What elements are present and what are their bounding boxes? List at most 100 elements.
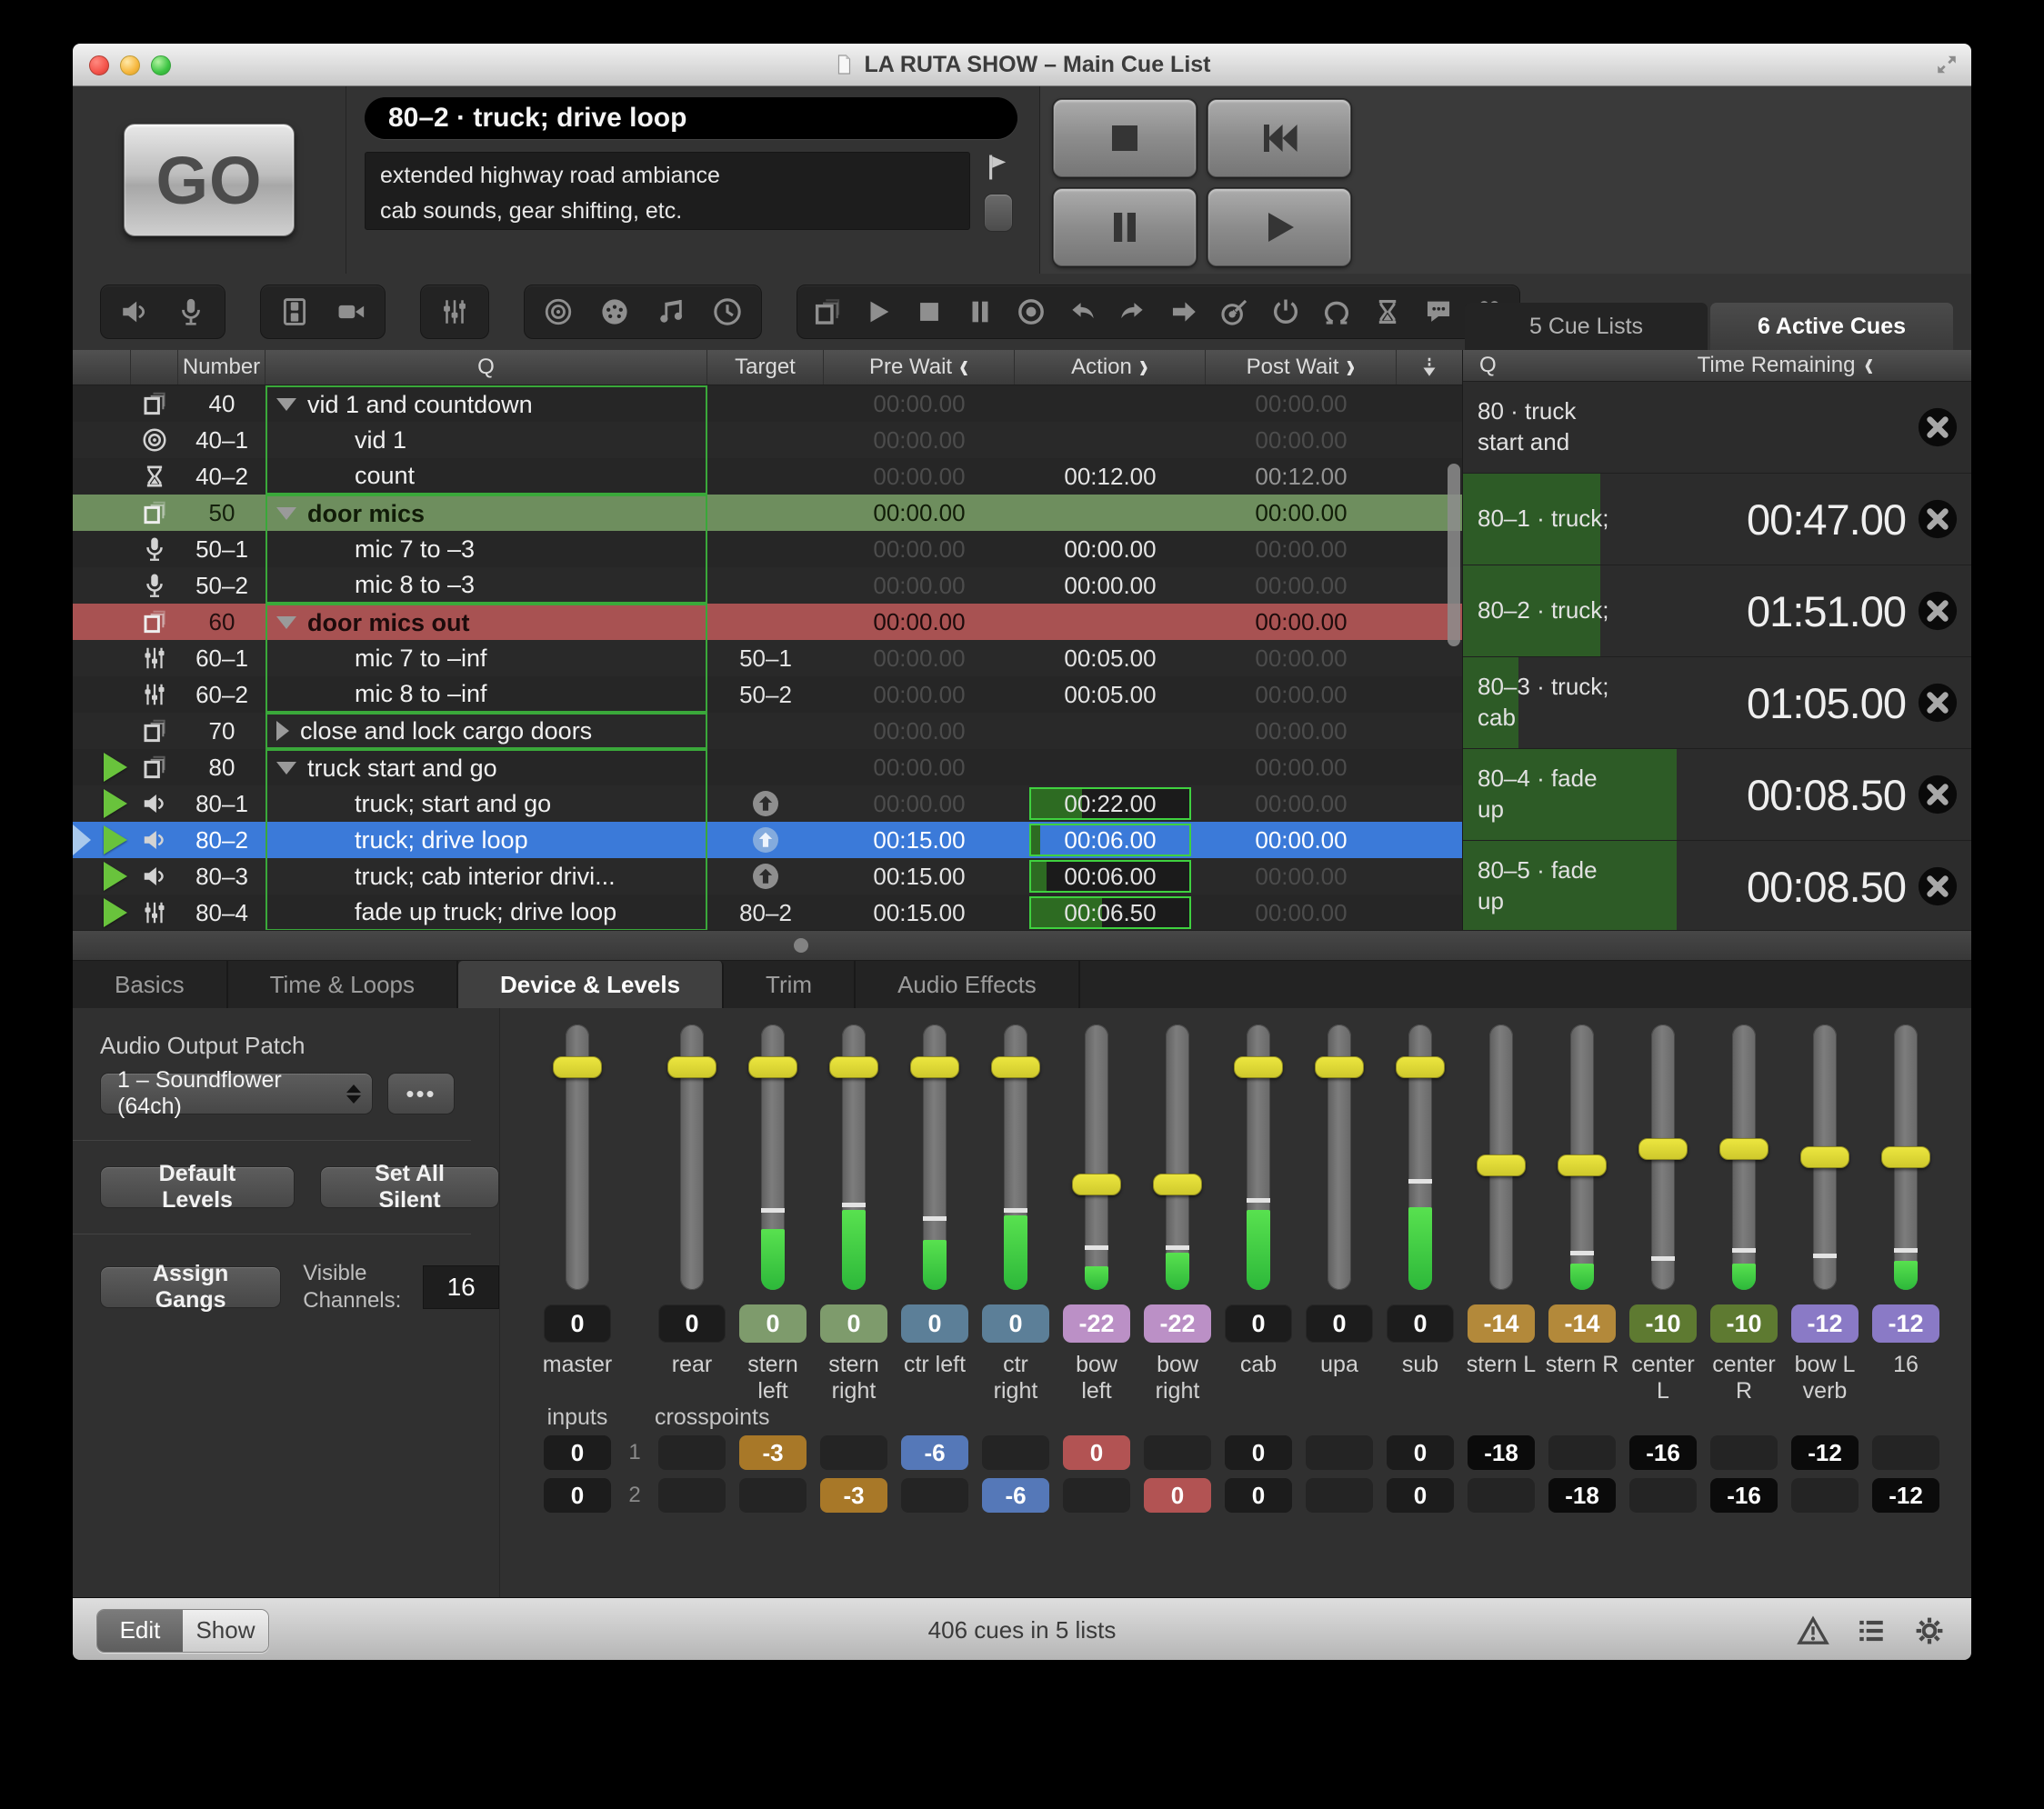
crosspoint-cell[interactable]: 0 [544,1435,611,1470]
toolbar-music-notes-button[interactable] [656,296,686,327]
cue-action-cell[interactable]: 00:06.50 [1015,895,1206,931]
cue-action-cell[interactable]: 00:05.00 [1015,676,1206,713]
cue-pre-cell[interactable]: 00:00.00 [824,640,1015,676]
tab-6-active-cues[interactable]: 6 Active Cues [1710,303,1953,350]
crosspoint-cell[interactable]: 0 [1225,1478,1292,1513]
cue-target-cell[interactable] [707,422,824,458]
crosspoint-cell[interactable] [739,1478,807,1513]
flag-icon[interactable] [983,152,1014,183]
cue-action-cell[interactable] [1015,385,1206,422]
crosspoint-cell[interactable]: 0 [544,1478,611,1513]
cue-post-cell[interactable]: 00:00.00 [1206,858,1397,895]
stop-cue-button[interactable] [1917,774,1959,815]
channel-fader[interactable] [817,1021,891,1294]
crosspoint-cell[interactable] [1791,1478,1859,1513]
fader-thumb[interactable] [991,1056,1040,1078]
active-cue-row[interactable]: 80–4 · fade up00:08.50 [1463,749,1971,841]
cue-action-cell[interactable] [1015,749,1206,785]
active-cue-row[interactable]: 80–3 · truck; cab01:05.00 [1463,657,1971,749]
crosspoint-cell[interactable] [658,1435,726,1470]
default-levels-button[interactable]: Default Levels [100,1166,295,1208]
cue-name-cell[interactable]: truck; cab interior drivi... [266,858,707,895]
crosspoint-cell[interactable] [982,1435,1049,1470]
cue-target-cell[interactable]: 80–2 [707,895,824,931]
toolbar-disc-button[interactable] [543,296,574,327]
cue-number-cell[interactable]: 40–1 [178,422,266,458]
crosspoint-cell[interactable]: -16 [1710,1478,1778,1513]
channel-level-value[interactable]: 0 [901,1304,968,1343]
cue-number-cell[interactable]: 50–2 [178,567,266,604]
titlebar[interactable]: LA RUTA SHOW – Main Cue List [73,44,1971,86]
crosspoint-cell[interactable]: -18 [1468,1435,1535,1470]
set-all-silent-button[interactable]: Set All Silent [320,1166,499,1208]
channel-level-value[interactable]: 0 [982,1304,1049,1343]
cue-pre-cell[interactable]: 00:15.00 [824,858,1015,895]
stop-cue-button[interactable] [1917,682,1959,724]
crosspoint-cell[interactable]: -3 [820,1478,887,1513]
cue-number-cell[interactable]: 80–4 [178,895,266,931]
cue-number-cell[interactable]: 40 [178,385,266,422]
crosspoint-cell[interactable]: -16 [1629,1435,1697,1470]
cue-name-cell[interactable]: count [266,458,707,495]
crosspoint-cell[interactable]: 0 [1387,1478,1454,1513]
cue-pre-cell[interactable]: 00:00.00 [824,676,1015,713]
go-button[interactable]: GO [124,124,295,236]
fader-thumb[interactable] [910,1056,959,1078]
inspector-tab-basics[interactable]: Basics [73,961,228,1008]
cue-row-70[interactable]: 70close and lock cargo doors00:00.0000:0… [73,713,1462,749]
channel-level-value[interactable]: -10 [1710,1304,1778,1343]
fader-thumb[interactable] [1881,1146,1930,1168]
cue-row-80–4[interactable]: 80–4fade up truck; drive loop80–200:15.0… [73,895,1462,931]
toolbar-faders-button[interactable] [439,296,470,327]
channel-level-value[interactable]: -22 [1144,1304,1211,1343]
transport-stop-button[interactable] [1053,99,1197,177]
cue-pre-cell[interactable]: 00:00.00 [824,713,1015,749]
cue-pre-cell[interactable]: 00:00.00 [824,604,1015,640]
cue-row-80–2[interactable]: 80–2truck; drive loop00:15.0000:06.0000:… [73,822,1462,858]
fader-thumb[interactable] [1315,1056,1364,1078]
crosspoint-cell[interactable]: 0 [1387,1435,1454,1470]
fader-thumb[interactable] [829,1056,878,1078]
crosspoint-cell[interactable] [1306,1478,1373,1513]
collapse-column-arrow[interactable]: ‹ [1864,345,1873,386]
tab-5-cue-lists[interactable]: 5 Cue Lists [1465,303,1708,350]
cue-name-cell[interactable]: door mics out [266,604,707,640]
cue-row-60[interactable]: 60door mics out00:00.0000:00.00 [73,604,1462,640]
cue-number-cell[interactable]: 50 [178,495,266,531]
inspector-tab-time-loops[interactable]: Time & Loops [228,961,458,1008]
column-header-flags[interactable] [73,350,131,385]
cue-name-cell[interactable]: truck; drive loop [266,822,707,858]
cue-row-60–1[interactable]: 60–1mic 7 to –inf50–100:00.0000:05.0000:… [73,640,1462,676]
inspector-tab-audio-effects[interactable]: Audio Effects [856,961,1080,1008]
fader-thumb[interactable] [667,1056,716,1078]
toolbar-power-button[interactable] [1270,296,1301,327]
statusbar-gear-button[interactable] [1913,1614,1946,1647]
crosspoint-cell[interactable]: -6 [901,1435,968,1470]
cue-number-cell[interactable]: 60–2 [178,676,266,713]
crosspoint-cell[interactable] [1872,1435,1939,1470]
toolbar-pause-button[interactable] [965,296,996,327]
channel-fader[interactable] [1626,1021,1700,1294]
cue-action-cell[interactable] [1015,713,1206,749]
statusbar-log-button[interactable] [1855,1614,1888,1647]
cue-number-cell[interactable]: 80–3 [178,858,266,895]
fader-thumb[interactable] [1234,1056,1283,1078]
fader-thumb[interactable] [1800,1146,1849,1168]
patch-more-button[interactable]: ••• [387,1073,455,1114]
cue-post-cell[interactable]: 00:00.00 [1206,822,1397,858]
cue-action-cell[interactable]: 00:00.00 [1015,567,1206,604]
channel-fader[interactable] [1221,1021,1296,1294]
cue-name-cell[interactable]: door mics [266,495,707,531]
cue-action-cell[interactable] [1015,495,1206,531]
column-header-icon[interactable] [131,350,178,385]
cue-action-cell[interactable]: 00:12.00 [1015,458,1206,495]
crosspoint-cell[interactable] [1144,1435,1211,1470]
fader-thumb[interactable] [1719,1138,1768,1160]
visible-channels-value[interactable]: 16 [423,1265,499,1309]
channel-level-value[interactable]: -22 [1063,1304,1130,1343]
toolbar-hourglass-button[interactable] [1372,296,1403,327]
crosspoint-cell[interactable]: 0 [1144,1478,1211,1513]
horizontal-scrollbar-thumb[interactable] [794,938,808,953]
cue-action-cell[interactable]: 00:22.00 [1015,785,1206,822]
cue-action-cell[interactable]: 00:00.00 [1015,531,1206,567]
